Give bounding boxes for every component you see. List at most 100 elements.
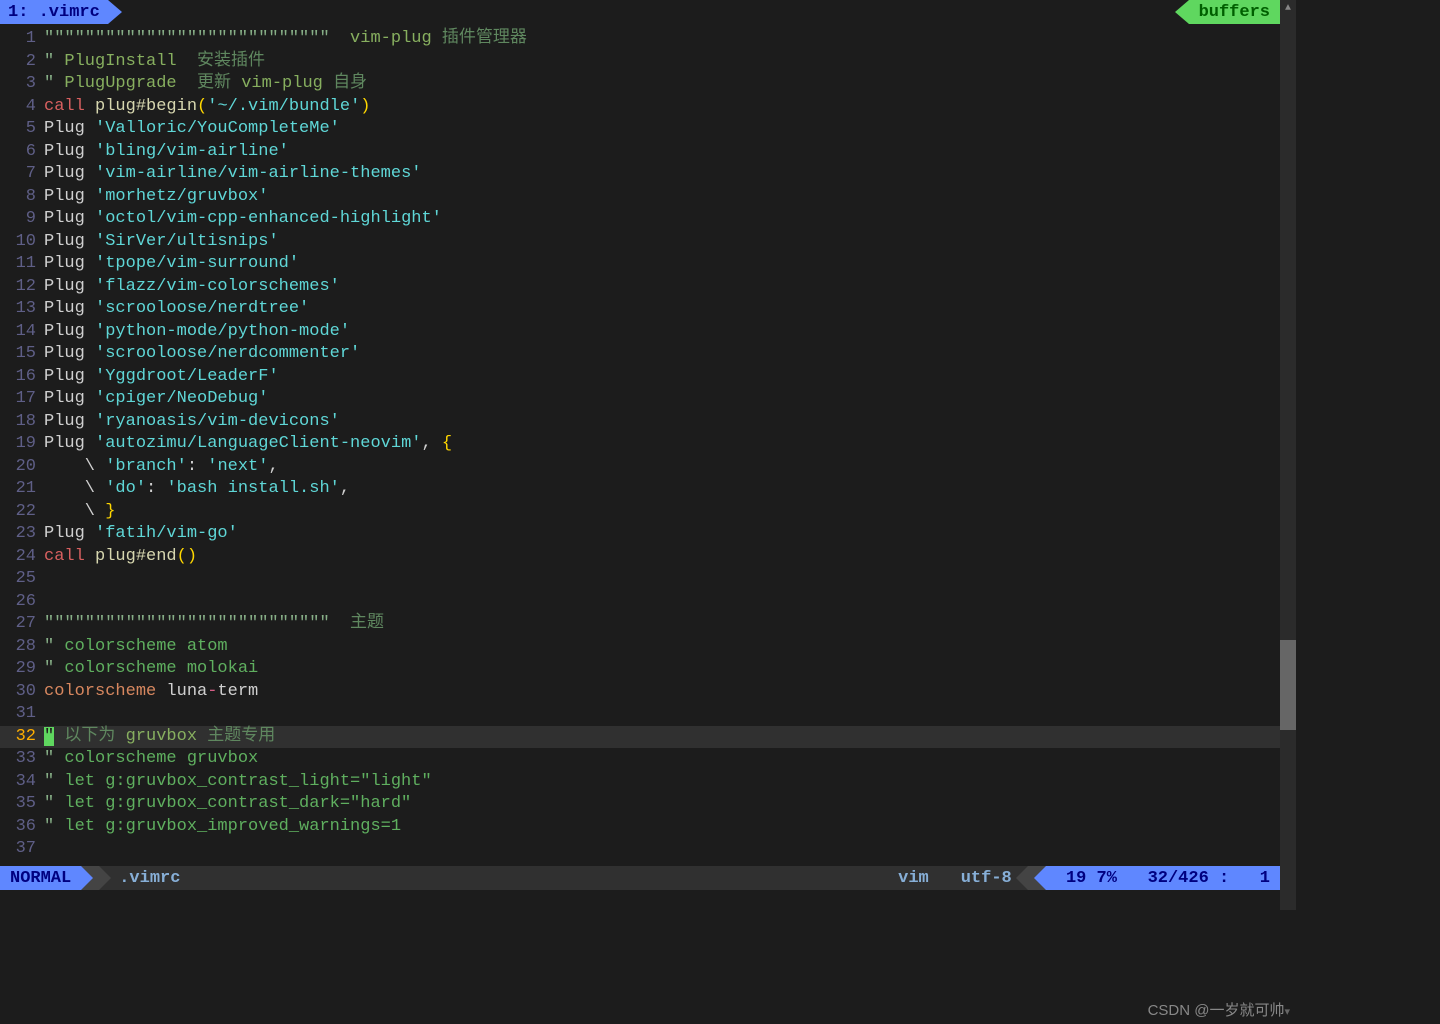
buffers-label[interactable]: buffers xyxy=(1189,0,1280,24)
code-content[interactable]: Plug 'flazz/vim-colorschemes' xyxy=(44,276,1280,299)
scroll-thumb[interactable] xyxy=(1280,640,1296,730)
line-number: 6 xyxy=(0,141,44,164)
line-number: 9 xyxy=(0,208,44,231)
code-content[interactable]: Plug 'Valloric/YouCompleteMe' xyxy=(44,118,1280,141)
line-number: 19 xyxy=(0,433,44,456)
code-content[interactable]: """""""""""""""""""""""""""" vim-plug 插件… xyxy=(44,28,1280,51)
tab-active[interactable]: 1: .vimrc xyxy=(0,0,108,24)
code-content[interactable]: " colorscheme gruvbox xyxy=(44,748,1280,771)
code-line[interactable]: 5Plug 'Valloric/YouCompleteMe' xyxy=(0,118,1280,141)
code-line[interactable]: 32" 以下为 gruvbox 主题专用 xyxy=(0,726,1280,749)
line-number: 12 xyxy=(0,276,44,299)
code-line[interactable]: 25 xyxy=(0,568,1280,591)
line-number: 10 xyxy=(0,231,44,254)
code-content[interactable]: Plug 'vim-airline/vim-airline-themes' xyxy=(44,163,1280,186)
code-line[interactable]: 3" PlugUpgrade 更新 vim-plug 自身 xyxy=(0,73,1280,96)
code-line[interactable]: 10Plug 'SirVer/ultisnips' xyxy=(0,231,1280,254)
code-content[interactable]: call plug#begin('~/.vim/bundle') xyxy=(44,96,1280,119)
line-number: 11 xyxy=(0,253,44,276)
code-line[interactable]: 11Plug 'tpope/vim-surround' xyxy=(0,253,1280,276)
code-line[interactable]: 1"""""""""""""""""""""""""""" vim-plug 插… xyxy=(0,28,1280,51)
code-content[interactable]: " let g:gruvbox_improved_warnings=1 xyxy=(44,816,1280,839)
line-number: 18 xyxy=(0,411,44,434)
code-content[interactable]: Plug 'morhetz/gruvbox' xyxy=(44,186,1280,209)
line-number: 7 xyxy=(0,163,44,186)
code-content[interactable]: Plug 'tpope/vim-surround' xyxy=(44,253,1280,276)
line-number: 35 xyxy=(0,793,44,816)
code-line[interactable]: 20 \ 'branch': 'next', xyxy=(0,456,1280,479)
code-content[interactable]: Plug 'ryanoasis/vim-devicons' xyxy=(44,411,1280,434)
code-content[interactable]: Plug 'scrooloose/nerdcommenter' xyxy=(44,343,1280,366)
code-content[interactable]: Plug 'bling/vim-airline' xyxy=(44,141,1280,164)
code-line[interactable]: 23Plug 'fatih/vim-go' xyxy=(0,523,1280,546)
code-content[interactable]: " colorscheme atom xyxy=(44,636,1280,659)
code-line[interactable]: 28" colorscheme atom xyxy=(0,636,1280,659)
code-line[interactable]: 6Plug 'bling/vim-airline' xyxy=(0,141,1280,164)
code-content[interactable] xyxy=(44,591,1280,614)
code-content[interactable]: " colorscheme molokai xyxy=(44,658,1280,681)
code-content[interactable]: " let g:gruvbox_contrast_dark="hard" xyxy=(44,793,1280,816)
code-content[interactable]: " PlugInstall 安装插件 xyxy=(44,51,1280,74)
code-line[interactable]: 15Plug 'scrooloose/nerdcommenter' xyxy=(0,343,1280,366)
line-number: 2 xyxy=(0,51,44,74)
code-content[interactable] xyxy=(44,838,1280,861)
code-content[interactable]: \ 'do': 'bash install.sh', xyxy=(44,478,1280,501)
code-content[interactable]: Plug 'octol/vim-cpp-enhanced-highlight' xyxy=(44,208,1280,231)
watermark: CSDN @一岁就可帅▾ xyxy=(1148,999,1290,1020)
scroll-up-icon[interactable]: ▲ xyxy=(1280,0,1296,16)
code-line[interactable]: 35" let g:gruvbox_contrast_dark="hard" xyxy=(0,793,1280,816)
code-line[interactable]: 31 xyxy=(0,703,1280,726)
code-line[interactable]: 14Plug 'python-mode/python-mode' xyxy=(0,321,1280,344)
code-content[interactable]: call plug#end() xyxy=(44,546,1280,569)
code-line[interactable]: 18Plug 'ryanoasis/vim-devicons' xyxy=(0,411,1280,434)
code-line[interactable]: 29" colorscheme molokai xyxy=(0,658,1280,681)
code-content[interactable]: \ } xyxy=(44,501,1280,524)
line-number: 5 xyxy=(0,118,44,141)
code-line[interactable]: 21 \ 'do': 'bash install.sh', xyxy=(0,478,1280,501)
code-area[interactable]: 1"""""""""""""""""""""""""""" vim-plug 插… xyxy=(0,24,1280,865)
code-content[interactable]: Plug 'Yggdroot/LeaderF' xyxy=(44,366,1280,389)
line-number: 25 xyxy=(0,568,44,591)
code-content[interactable]: Plug 'python-mode/python-mode' xyxy=(44,321,1280,344)
code-line[interactable]: 30colorscheme luna-term xyxy=(0,681,1280,704)
code-content[interactable]: Plug 'SirVer/ultisnips' xyxy=(44,231,1280,254)
line-number: 22 xyxy=(0,501,44,524)
scrollbar[interactable]: ▲ xyxy=(1280,0,1296,910)
code-content[interactable] xyxy=(44,703,1280,726)
code-content[interactable]: " 以下为 gruvbox 主题专用 xyxy=(44,726,1280,749)
line-number: 1 xyxy=(0,28,44,51)
code-line[interactable]: 27"""""""""""""""""""""""""""" 主题 xyxy=(0,613,1280,636)
code-line[interactable]: 26 xyxy=(0,591,1280,614)
code-line[interactable]: 8Plug 'morhetz/gruvbox' xyxy=(0,186,1280,209)
code-line[interactable]: 4call plug#begin('~/.vim/bundle') xyxy=(0,96,1280,119)
editor-area: 1: .vimrc buffers 1"""""""""""""""""""""… xyxy=(0,0,1280,910)
line-number: 28 xyxy=(0,636,44,659)
code-line[interactable]: 33" colorscheme gruvbox xyxy=(0,748,1280,771)
code-line[interactable]: 2" PlugInstall 安装插件 xyxy=(0,51,1280,74)
code-content[interactable]: Plug 'scrooloose/nerdtree' xyxy=(44,298,1280,321)
code-line[interactable]: 13Plug 'scrooloose/nerdtree' xyxy=(0,298,1280,321)
code-content[interactable]: Plug 'cpiger/NeoDebug' xyxy=(44,388,1280,411)
code-line[interactable]: 9Plug 'octol/vim-cpp-enhanced-highlight' xyxy=(0,208,1280,231)
code-line[interactable]: 7Plug 'vim-airline/vim-airline-themes' xyxy=(0,163,1280,186)
line-number: 17 xyxy=(0,388,44,411)
code-line[interactable]: 34" let g:gruvbox_contrast_light="light" xyxy=(0,771,1280,794)
code-line[interactable]: 36" let g:gruvbox_improved_warnings=1 xyxy=(0,816,1280,839)
code-content[interactable]: """""""""""""""""""""""""""" 主题 xyxy=(44,613,1280,636)
code-content[interactable]: colorscheme luna-term xyxy=(44,681,1280,704)
code-line[interactable]: 19Plug 'autozimu/LanguageClient-neovim',… xyxy=(0,433,1280,456)
code-line[interactable]: 16Plug 'Yggdroot/LeaderF' xyxy=(0,366,1280,389)
code-line[interactable]: 37 xyxy=(0,838,1280,861)
line-number: 32 xyxy=(0,726,44,749)
code-content[interactable]: " let g:gruvbox_contrast_light="light" xyxy=(44,771,1280,794)
code-line[interactable]: 12Plug 'flazz/vim-colorschemes' xyxy=(0,276,1280,299)
code-line[interactable]: 17Plug 'cpiger/NeoDebug' xyxy=(0,388,1280,411)
code-content[interactable]: " PlugUpgrade 更新 vim-plug 自身 xyxy=(44,73,1280,96)
code-line[interactable]: 22 \ } xyxy=(0,501,1280,524)
code-content[interactable]: \ 'branch': 'next', xyxy=(44,456,1280,479)
code-content[interactable]: Plug 'fatih/vim-go' xyxy=(44,523,1280,546)
code-content[interactable] xyxy=(44,568,1280,591)
code-content[interactable]: Plug 'autozimu/LanguageClient-neovim', { xyxy=(44,433,1280,456)
code-line[interactable]: 24call plug#end() xyxy=(0,546,1280,569)
status-position: 19 7% 32/426 : 1 xyxy=(1046,866,1280,890)
